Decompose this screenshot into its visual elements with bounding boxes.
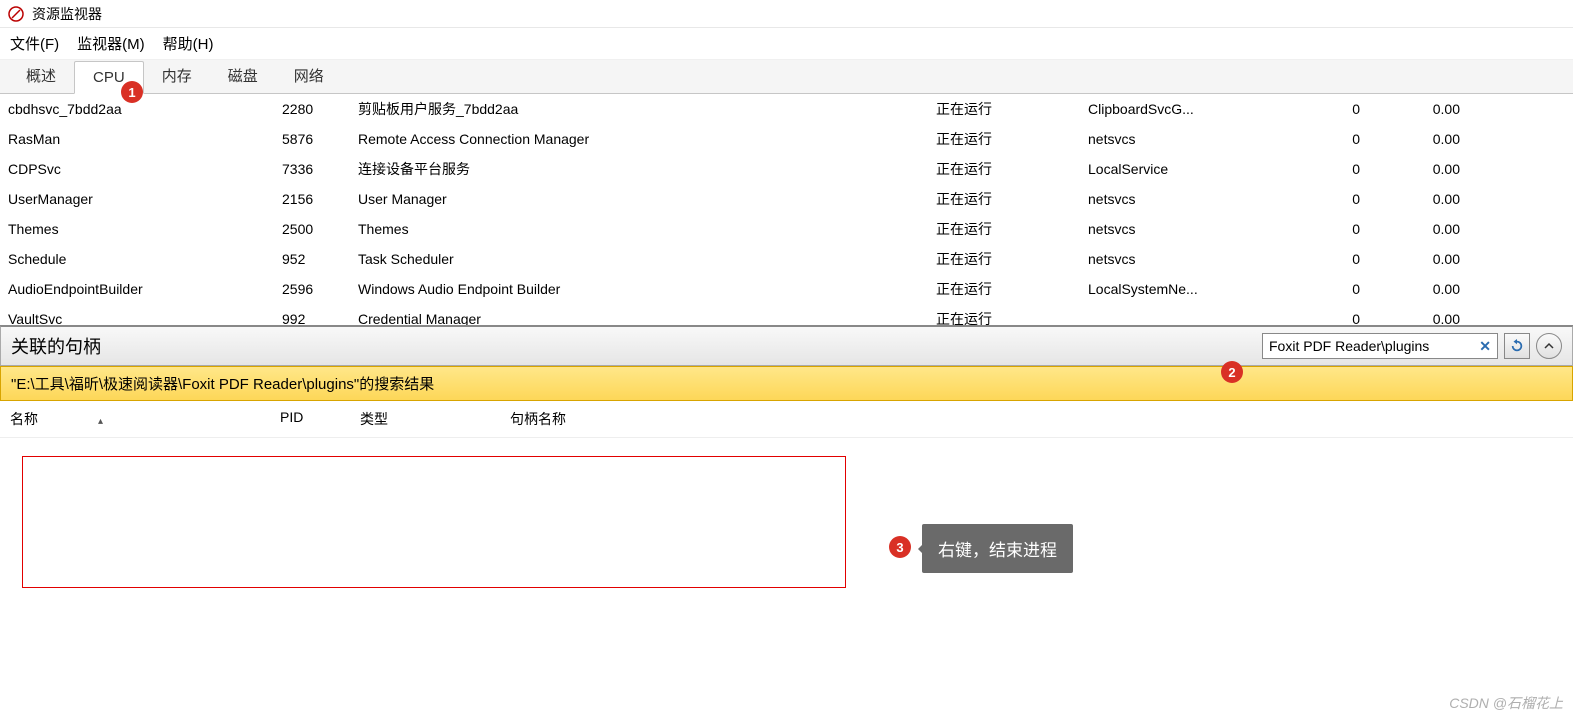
table-row[interactable]: CDPSvc7336连接设备平台服务正在运行LocalService00.00 <box>0 154 1573 184</box>
cell-status: 正在运行 <box>936 99 1088 119</box>
sort-asc-icon: ▴ <box>98 416 103 427</box>
cell-desc: Windows Audio Endpoint Builder <box>358 281 936 297</box>
cell-pid: 5876 <box>278 131 358 147</box>
cell-status: 正在运行 <box>936 249 1088 269</box>
cell-threads: 0 <box>1306 191 1370 207</box>
menu-monitor[interactable]: 监视器(M) <box>77 33 145 54</box>
cell-cpu: 0.00 <box>1370 251 1470 267</box>
cell-pid: 2156 <box>278 191 358 207</box>
cell-cpu: 0.00 <box>1370 161 1470 177</box>
table-row[interactable]: VaultSvc992Credential Manager正在运行 00.00 <box>0 304 1573 326</box>
col-pid[interactable]: PID <box>280 409 360 429</box>
search-input[interactable] <box>1267 336 1477 356</box>
col-handle-name[interactable]: 句柄名称 <box>510 409 1563 429</box>
handles-header: 关联的句柄 ✕ <box>0 326 1573 366</box>
window-title: 资源监视器 <box>32 4 102 24</box>
process-table[interactable]: cbdhsvc_7bdd2aa2280剪贴板用户服务_7bdd2aa正在运行Cl… <box>0 94 1573 326</box>
table-row[interactable]: UserManager2156User Manager正在运行netsvcs00… <box>0 184 1573 214</box>
cell-name: VaultSvc <box>8 311 278 326</box>
cell-threads: 0 <box>1306 221 1370 237</box>
cell-status: 正在运行 <box>936 159 1088 179</box>
cell-group: LocalSystemNe... <box>1088 281 1306 297</box>
cell-desc: Credential Manager <box>358 311 936 326</box>
cell-threads: 0 <box>1306 251 1370 267</box>
cell-threads: 0 <box>1306 161 1370 177</box>
cell-cpu: 0.00 <box>1370 131 1470 147</box>
tab-overview[interactable]: 概述 <box>8 58 74 93</box>
cell-desc: 剪贴板用户服务_7bdd2aa <box>358 99 936 119</box>
cell-name: CDPSvc <box>8 161 278 177</box>
handles-search[interactable]: ✕ <box>1262 333 1498 359</box>
cell-pid: 2596 <box>278 281 358 297</box>
cell-desc: User Manager <box>358 191 936 207</box>
table-row[interactable]: Schedule952Task Scheduler正在运行netsvcs00.0… <box>0 244 1573 274</box>
clear-icon[interactable]: ✕ <box>1477 338 1493 355</box>
results-area[interactable] <box>0 438 1573 696</box>
cell-status: 正在运行 <box>936 279 1088 299</box>
refresh-button[interactable] <box>1504 333 1530 359</box>
cell-threads: 0 <box>1306 131 1370 147</box>
menu-file[interactable]: 文件(F) <box>10 33 59 54</box>
tooltip: 右键，结束进程 <box>922 524 1073 573</box>
results-columns[interactable]: 名称▴ PID 类型 句柄名称 <box>0 401 1573 438</box>
cell-desc: Remote Access Connection Manager <box>358 131 936 147</box>
watermark: CSDN @石榴花上 <box>1449 693 1563 713</box>
tab-disk[interactable]: 磁盘 <box>210 58 276 93</box>
tab-network[interactable]: 网络 <box>276 58 342 93</box>
menu-bar: 文件(F) 监视器(M) 帮助(H) <box>0 28 1573 60</box>
cell-threads: 0 <box>1306 101 1370 117</box>
table-row[interactable]: cbdhsvc_7bdd2aa2280剪贴板用户服务_7bdd2aa正在运行Cl… <box>0 94 1573 124</box>
cell-pid: 2500 <box>278 221 358 237</box>
cell-threads: 0 <box>1306 311 1370 326</box>
handles-title: 关联的句柄 <box>11 333 101 359</box>
col-name[interactable]: 名称▴ <box>10 409 280 429</box>
cell-desc: 连接设备平台服务 <box>358 159 936 179</box>
cell-cpu: 0.00 <box>1370 221 1470 237</box>
tab-bar: 概述 CPU 内存 磁盘 网络 <box>0 60 1573 94</box>
handles-controls: ✕ <box>1262 333 1562 359</box>
cell-name: UserManager <box>8 191 278 207</box>
tab-memory[interactable]: 内存 <box>144 58 210 93</box>
cell-cpu: 0.00 <box>1370 311 1470 326</box>
cell-status: 正在运行 <box>936 309 1088 326</box>
cell-threads: 0 <box>1306 281 1370 297</box>
table-row[interactable]: Themes2500Themes正在运行netsvcs00.00 <box>0 214 1573 244</box>
cell-desc: Themes <box>358 221 936 237</box>
cell-status: 正在运行 <box>936 219 1088 239</box>
cell-name: Schedule <box>8 251 278 267</box>
cell-group: ClipboardSvcG... <box>1088 101 1306 117</box>
badge-3: 3 <box>889 536 911 558</box>
cell-pid: 952 <box>278 251 358 267</box>
highlight-box <box>22 456 846 588</box>
badge-1: 1 <box>121 81 143 103</box>
cell-pid: 7336 <box>278 161 358 177</box>
cell-group: netsvcs <box>1088 221 1306 237</box>
collapse-button[interactable] <box>1536 333 1562 359</box>
cell-group: netsvcs <box>1088 191 1306 207</box>
table-row[interactable]: RasMan5876Remote Access Connection Manag… <box>0 124 1573 154</box>
cell-cpu: 0.00 <box>1370 281 1470 297</box>
cell-group: netsvcs <box>1088 131 1306 147</box>
cell-desc: Task Scheduler <box>358 251 936 267</box>
cell-status: 正在运行 <box>936 189 1088 209</box>
cell-pid: 992 <box>278 311 358 326</box>
table-row[interactable]: AudioEndpointBuilder2596Windows Audio En… <box>0 274 1573 304</box>
cell-name: AudioEndpointBuilder <box>8 281 278 297</box>
menu-help[interactable]: 帮助(H) <box>163 33 214 54</box>
title-bar: 资源监视器 <box>0 0 1573 28</box>
col-type[interactable]: 类型 <box>360 409 510 429</box>
search-banner: "E:\工具\福昕\极速阅读器\Foxit PDF Reader\plugins… <box>0 366 1573 401</box>
cell-group: LocalService <box>1088 161 1306 177</box>
cell-cpu: 0.00 <box>1370 191 1470 207</box>
app-icon <box>8 6 24 22</box>
badge-2: 2 <box>1221 361 1243 383</box>
cell-name: Themes <box>8 221 278 237</box>
cell-name: RasMan <box>8 131 278 147</box>
cell-group: netsvcs <box>1088 251 1306 267</box>
cell-status: 正在运行 <box>936 129 1088 149</box>
cell-pid: 2280 <box>278 101 358 117</box>
cell-cpu: 0.00 <box>1370 101 1470 117</box>
cell-name: cbdhsvc_7bdd2aa <box>8 101 278 117</box>
